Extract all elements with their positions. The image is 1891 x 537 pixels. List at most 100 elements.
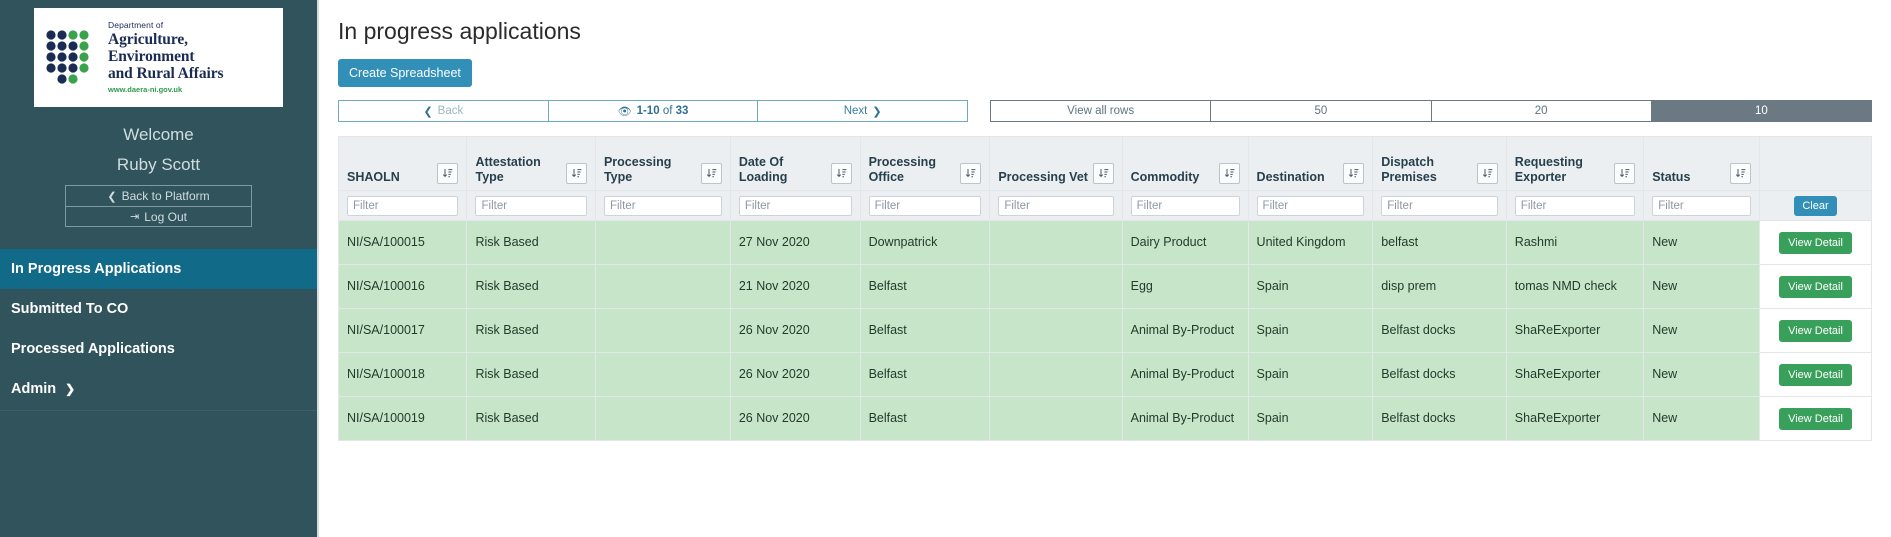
- daera-logo: Department of Agriculture, Environment a…: [34, 8, 283, 107]
- sort-icon[interactable]: [1614, 163, 1636, 184]
- table-row: NI/SA/100017 Risk Based 26 Nov 2020 Belf…: [338, 308, 1872, 353]
- cell-dispatch-premises: Belfast docks: [1372, 352, 1507, 397]
- cell-processing-type: [594, 352, 731, 397]
- cell-dispatch-premises: disp prem: [1372, 264, 1507, 309]
- cell-processing-office: Belfast: [859, 352, 991, 397]
- sort-icon[interactable]: [437, 163, 459, 184]
- sidebar-item-submitted-to-co[interactable]: Submitted To CO: [0, 289, 317, 329]
- cell-status: New: [1643, 220, 1760, 265]
- filter-input-processing-type[interactable]: [603, 195, 722, 216]
- cell-processing-office: Belfast: [859, 396, 991, 441]
- column-header-processing-vet: Processing Vet: [989, 136, 1123, 191]
- sort-icon[interactable]: [700, 163, 722, 184]
- page-size-50-button[interactable]: 50: [1210, 101, 1431, 121]
- chevron-right-icon: ❯: [872, 105, 882, 118]
- logo-name-line-2: and Rural Affairs: [108, 65, 224, 83]
- filter-input-commodity[interactable]: [1130, 195, 1240, 216]
- cell-destination: Spain: [1247, 308, 1374, 353]
- filter-input-processing-vet[interactable]: [998, 195, 1114, 216]
- logo-website-url: www.daera-ni.gov.uk: [108, 85, 183, 95]
- sort-icon[interactable]: [960, 163, 982, 184]
- column-header-label: Commodity: [1130, 169, 1200, 184]
- sidebar-item-in-progress-applications[interactable]: In Progress Applications: [0, 249, 317, 289]
- sort-icon[interactable]: [1092, 163, 1114, 184]
- cell-attestation-type: Risk Based: [466, 308, 596, 353]
- sidebar-item-label: Admin: [11, 381, 57, 397]
- back-to-platform-label: Back to Platform: [121, 189, 210, 203]
- cell-processing-vet: [989, 308, 1123, 353]
- cell-shaoln: NI/SA/100019: [338, 396, 468, 441]
- cell-date-of-loading: 26 Nov 2020: [729, 396, 861, 441]
- filter-input-processing-office[interactable]: [868, 195, 982, 216]
- cell-commodity: Animal By-Product: [1121, 396, 1249, 441]
- filter-input-requesting-exporter[interactable]: [1514, 195, 1636, 216]
- cell-actions: View Detail: [1758, 220, 1872, 265]
- cell-processing-office: Belfast: [859, 264, 991, 309]
- page-size-selector: View all rows 50 20 10: [990, 100, 1872, 122]
- filter-input-date-of-loading[interactable]: [738, 195, 852, 216]
- cell-processing-type: [594, 264, 731, 309]
- cell-requesting-exporter: ShaReExporter: [1505, 396, 1645, 441]
- sidebar-item-processed-applications[interactable]: Processed Applications: [0, 329, 317, 369]
- cell-date-of-loading: 27 Nov 2020: [729, 220, 861, 265]
- view-detail-button[interactable]: View Detail: [1779, 319, 1852, 342]
- filter-cell-destination: [1247, 190, 1374, 221]
- table-filter-row: Clear: [338, 190, 1872, 221]
- view-detail-button[interactable]: View Detail: [1779, 231, 1852, 254]
- page-size-10-button[interactable]: 10: [1650, 101, 1871, 121]
- cell-processing-vet: [989, 396, 1123, 441]
- page-title: In progress applications: [338, 18, 581, 44]
- chevron-left-icon: ❮: [423, 105, 433, 118]
- pagination-next-button[interactable]: Next ❯: [757, 101, 967, 121]
- filter-cell-date-of-loading: [729, 190, 861, 221]
- eye-icon: 👁: [617, 105, 632, 118]
- table-row: NI/SA/100019 Risk Based 26 Nov 2020 Belf…: [338, 396, 1872, 441]
- sort-icon[interactable]: [565, 163, 587, 184]
- cell-destination: Spain: [1247, 396, 1374, 441]
- column-header-label: Processing Type: [603, 155, 672, 184]
- sort-icon[interactable]: [1729, 163, 1751, 184]
- create-spreadsheet-button[interactable]: Create Spreadsheet: [338, 59, 472, 87]
- cell-date-of-loading: 21 Nov 2020: [729, 264, 861, 309]
- table-row: NI/SA/100015 Risk Based 27 Nov 2020 Down…: [338, 220, 1872, 265]
- filter-input-destination[interactable]: [1256, 195, 1365, 216]
- sidebar-item-admin[interactable]: Admin ❯: [0, 369, 317, 409]
- filter-input-dispatch-premises[interactable]: [1381, 195, 1498, 216]
- sidebar-item-label: Processed Applications: [11, 341, 175, 357]
- sort-icon[interactable]: [1218, 163, 1240, 184]
- sidebar: Department of Agriculture, Environment a…: [0, 0, 317, 537]
- filter-cell-requesting-exporter: [1505, 190, 1645, 221]
- view-detail-button[interactable]: View Detail: [1779, 275, 1852, 298]
- sort-icon[interactable]: [1343, 163, 1365, 184]
- cell-shaoln: NI/SA/100015: [338, 220, 468, 265]
- view-all-rows-button[interactable]: View all rows: [991, 101, 1211, 121]
- page-size-20-button[interactable]: 20: [1430, 101, 1651, 121]
- column-header-commodity: Commodity: [1121, 136, 1249, 191]
- filter-input-shaoln[interactable]: [347, 195, 459, 216]
- cell-status: New: [1643, 308, 1760, 353]
- cell-dispatch-premises: Belfast docks: [1372, 396, 1507, 441]
- log-out-button[interactable]: ⇥ Log Out: [66, 206, 251, 226]
- view-detail-button[interactable]: View Detail: [1779, 363, 1852, 386]
- filter-input-attestation-type[interactable]: [475, 195, 587, 216]
- clear-filters-button[interactable]: Clear: [1794, 195, 1837, 216]
- sort-icon[interactable]: [830, 163, 852, 184]
- back-to-platform-button[interactable]: ❮ Back to Platform: [66, 186, 251, 206]
- cell-processing-type: [594, 396, 731, 441]
- logo-name-line-1: Agriculture, Environment: [108, 30, 195, 65]
- pagination-back-button[interactable]: ❮ Back: [339, 101, 548, 121]
- sidebar-navigation: In Progress Applications Submitted To CO…: [0, 249, 317, 411]
- filter-cell-actions: Clear: [1758, 190, 1872, 221]
- pagination-range-indicator[interactable]: 👁 1-10 of 33: [547, 101, 758, 121]
- cell-status: New: [1643, 264, 1760, 309]
- filter-cell-processing-vet: [989, 190, 1123, 221]
- column-header-label: Dispatch Premises: [1381, 155, 1437, 184]
- cell-processing-vet: [989, 352, 1123, 397]
- column-header-attestation-type: Attestation Type: [466, 136, 596, 191]
- view-detail-button[interactable]: View Detail: [1779, 407, 1852, 430]
- filter-input-status[interactable]: [1652, 195, 1751, 216]
- sort-icon[interactable]: [1476, 163, 1498, 184]
- filter-cell-dispatch-premises: [1372, 190, 1507, 221]
- cell-destination: United Kingdom: [1247, 220, 1374, 265]
- column-header-actions: [1758, 136, 1872, 191]
